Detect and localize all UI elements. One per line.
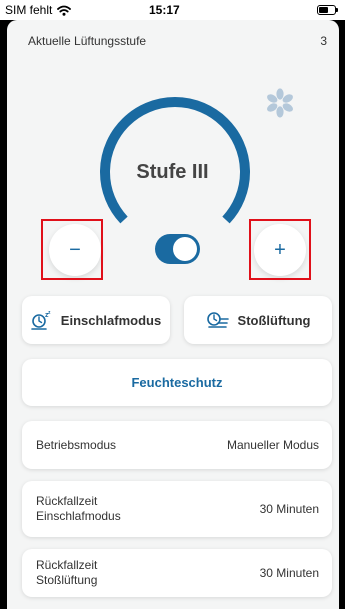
sleep-fallback-label: Rückfallzeit Einschlafmodus	[36, 494, 121, 524]
status-time: 15:17	[149, 3, 180, 17]
humidity-protection-button[interactable]: Feuchteschutz	[22, 359, 332, 406]
status-bar: SIM fehlt 15:17	[0, 0, 345, 20]
minus-highlight-box	[41, 219, 103, 280]
current-level-value: 3	[320, 34, 327, 48]
carrier-text: SIM fehlt	[5, 3, 53, 17]
wifi-icon	[57, 5, 72, 16]
sleep-fallback-label-line2: Einschlafmodus	[36, 509, 121, 523]
sleep-fallback-label-line1: Rückfallzeit	[36, 494, 98, 508]
sleep-mode-icon: z z	[30, 310, 51, 330]
svg-text:z: z	[48, 310, 51, 316]
boost-fallback-label: Rückfallzeit Stoßlüftung	[36, 558, 97, 588]
sleep-fallback-row[interactable]: Rückfallzeit Einschlafmodus 30 Minuten	[22, 481, 332, 537]
boost-ventilation-button[interactable]: Stoßlüftung	[184, 296, 332, 344]
level-label: Stufe III	[136, 161, 209, 183]
operating-mode-row[interactable]: Betriebsmodus Manueller Modus	[22, 421, 332, 469]
boost-fallback-label-line1: Rückfallzeit	[36, 558, 98, 572]
boost-fallback-row[interactable]: Rückfallzeit Stoßlüftung 30 Minuten	[22, 549, 332, 597]
battery-icon	[317, 5, 338, 15]
plus-highlight-box	[249, 219, 311, 280]
current-level-row: Aktuelle Lüftungsstufe 3	[28, 34, 327, 48]
operating-mode-value: Manueller Modus	[226, 438, 319, 452]
humidity-protection-label: Feuchteschutz	[131, 375, 223, 390]
boost-fallback-label-line2: Stoßlüftung	[36, 573, 98, 587]
boost-ventilation-label: Stoßlüftung	[237, 312, 311, 328]
fan-icon	[267, 88, 293, 118]
boost-fallback-value: 30 Minuten	[259, 566, 319, 580]
current-level-title: Aktuelle Lüftungsstufe	[28, 34, 147, 48]
operating-mode-label: Betriebsmodus	[36, 437, 117, 452]
boost-ventilation-icon	[206, 312, 229, 328]
ventilation-toggle[interactable]	[155, 234, 200, 264]
toggle-knob	[173, 237, 197, 261]
sleep-mode-label: Einschlafmodus	[60, 312, 162, 328]
sleep-fallback-value: 30 Minuten	[259, 502, 319, 516]
sleep-mode-button[interactable]: z z Einschlafmodus	[22, 296, 170, 344]
status-left: SIM fehlt	[5, 3, 72, 17]
